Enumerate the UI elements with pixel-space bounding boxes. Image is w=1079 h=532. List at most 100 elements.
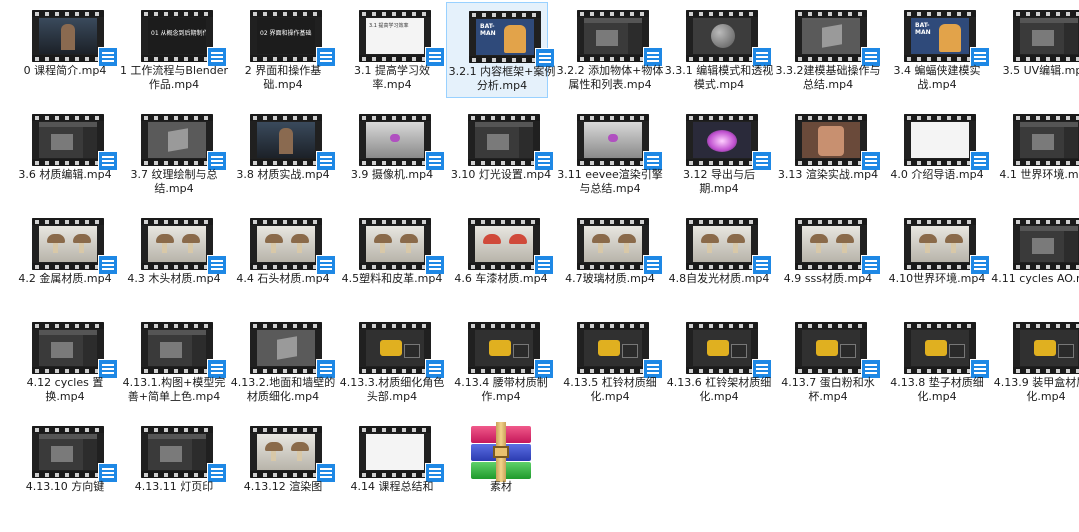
file-name-label: 4.13.4 腰带材质制作.mp4 [454,376,548,403]
video-file-item[interactable]: 3.9 摄像机.mp4 [337,106,445,202]
video-file-item[interactable]: 4.13.11 灯页印 [119,418,227,514]
video-file-item[interactable]: 3.3.2建模基础操作与总结.mp4 [773,2,881,98]
video-thumbnail [686,218,758,270]
video-thumbnail: BAT-MAN [469,11,541,63]
video-file-item[interactable]: 4.13.2.地面和墙壁的材质细化.mp4 [228,314,336,410]
video-thumbnail [32,322,104,374]
video-file-item[interactable]: 3.1 提高学习效率 3.1 提高学习效率.mp4 [337,2,445,98]
video-thumbnail [686,322,758,374]
file-name-label: 3.3.1 编辑模式和透视模式.mp4 [664,64,774,91]
video-thumbnail [359,114,431,166]
video-file-item[interactable]: 4.1 世界环境.mp4 [991,106,1079,202]
video-thumbnail [250,114,322,166]
file-name-label: 3.9 摄像机.mp4 [350,168,434,181]
video-file-item[interactable]: 4.13.8 垫子材质细化.mp4 [882,314,990,410]
video-file-item[interactable]: 4.2 金属材质.mp4 [10,210,118,306]
video-thumbnail [1013,322,1079,374]
video-file-item[interactable]: 3.5 UV编辑.mp4 [991,2,1079,98]
video-file-item[interactable]: 4.5塑料和皮革.mp4 [337,210,445,306]
video-file-item[interactable]: 0 课程简介.mp4 [10,2,118,98]
video-file-item[interactable]: 4.14 课程总结和 [337,418,445,514]
file-name-label: 4.1 世界环境.mp4 [999,168,1079,181]
video-thumbnail [32,114,104,166]
video-thumbnail [32,426,104,478]
video-file-item[interactable]: 3.13 渲染实战.mp4 [773,106,881,202]
file-name-label: 4.3 木头材质.mp4 [127,272,221,285]
file-name-label: 4.13.1.构图+模型完善+简单上色.mp4 [122,376,226,403]
file-name-label: 3.13 渲染实战.mp4 [777,168,879,181]
video-thumbnail [250,218,322,270]
video-file-item[interactable]: 4.13.9 装甲盒材质细化.mp4 [991,314,1079,410]
video-thumbnail [795,322,867,374]
archive-file-item[interactable]: 素材 [446,418,548,514]
video-thumbnail [359,218,431,270]
video-file-item[interactable]: 4.3 木头材质.mp4 [119,210,227,306]
file-name-label: 3.10 灯光设置.mp4 [450,168,552,181]
video-thumbnail [141,218,213,270]
file-name-label: 3.8 材质实战.mp4 [236,168,330,181]
video-thumbnail [795,10,867,62]
video-file-item[interactable]: BAT-MAN 3.2.1 内容框架+案例分析.mp4 [446,2,555,98]
video-file-item[interactable]: 4.13.5 杠铃材质细化.mp4 [555,314,663,410]
video-thumbnail [577,10,649,62]
video-file-item[interactable]: 3.7 纹理绘制与总结.mp4 [119,106,227,202]
file-name-label: 4.10世界环境.mp4 [888,272,986,285]
file-name-label: 4.13.9 装甲盒材质细化.mp4 [993,376,1079,403]
video-thumbnail [32,10,104,62]
file-name-label: 3.12 导出与后期.mp4 [683,168,755,195]
file-name-label: 3.5 UV编辑.mp4 [1002,64,1079,77]
video-thumbnail [904,114,976,166]
file-name-label: 4.11 cycles AO.mp4 [991,272,1079,285]
video-file-item[interactable]: 3.10 灯光设置.mp4 [446,106,554,202]
file-name-label: 3.7 纹理绘制与总结.mp4 [130,168,218,195]
file-name-label: 3.1 提高学习效率.mp4 [354,64,430,91]
video-file-item[interactable]: 4.13.7 蛋白粉和水杯.mp4 [773,314,881,410]
video-file-item[interactable]: 4.13.4 腰带材质制作.mp4 [446,314,554,410]
video-file-item[interactable]: 4.11 cycles AO.mp4 [991,210,1079,306]
video-thumbnail [468,218,540,270]
video-file-item[interactable]: 3.8 材质实战.mp4 [228,106,336,202]
file-name-label: 4.14 课程总结和 [350,480,434,493]
video-file-item[interactable]: 3.12 导出与后期.mp4 [664,106,772,202]
file-name-label: 素材 [490,480,512,493]
video-file-item[interactable]: 4.13.3.材质细化角色头部.mp4 [337,314,445,410]
video-file-item[interactable]: 3.2.2 添加物体+物体属性和列表.mp4 [555,2,663,98]
video-thumbnail [468,322,540,374]
video-thumbnail [250,426,322,478]
video-file-item[interactable]: 3.3.1 编辑模式和透视模式.mp4 [664,2,773,98]
video-file-item[interactable]: 4.4 石头材质.mp4 [228,210,336,306]
video-thumbnail: 02 界面和操作基础 [250,10,322,62]
file-name-label: 2 界面和操作基础.mp4 [244,64,322,91]
video-file-item[interactable]: 4.6 车漆材质.mp4 [446,210,554,306]
video-file-item[interactable]: BAT-MAN 3.4 蝙蝠侠建模实战.mp4 [882,2,990,98]
video-file-item[interactable]: 4.10世界环境.mp4 [882,210,990,306]
video-thumbnail [577,322,649,374]
video-file-item[interactable]: 4.13.10 方向键 [10,418,118,514]
video-file-item[interactable]: 4.12 cycles 置换.mp4 [10,314,118,410]
file-name-label: 4.13.10 方向键 [25,480,105,493]
file-name-label: 4.13.6 杠铃架材质细化.mp4 [666,376,772,403]
video-thumbnail [141,322,213,374]
video-file-item[interactable]: 4.8自发光材质.mp4 [664,210,772,306]
file-name-label: 4.13.7 蛋白粉和水杯.mp4 [781,376,875,403]
video-file-item[interactable]: 4.0 介绍导语.mp4 [882,106,990,202]
file-name-label: 4.0 介绍导语.mp4 [890,168,984,181]
video-file-item[interactable]: 4.9 sss材质.mp4 [773,210,881,306]
video-thumbnail [904,218,976,270]
video-thumbnail: 01 从概念到后期制作 [141,10,213,62]
video-file-item[interactable]: 3.6 材质编辑.mp4 [10,106,118,202]
video-thumbnail [359,426,431,478]
video-file-item[interactable]: 4.13.6 杠铃架材质细化.mp4 [664,314,772,410]
file-name-label: 4.13.2.地面和墙壁的材质细化.mp4 [230,376,336,403]
video-file-item[interactable]: 01 从概念到后期制作 1 工作流程与Blender作品.mp4 [119,2,228,98]
file-name-label: 4.7玻璃材质.mp4 [565,272,655,285]
video-file-item[interactable]: 3.11 eevee渲染引擎与总结.mp4 [555,106,663,202]
file-name-label: 3.6 材质编辑.mp4 [18,168,112,181]
file-name-label: 4.12 cycles 置换.mp4 [26,376,104,403]
file-name-label: 3.2.2 添加物体+物体属性和列表.mp4 [556,64,664,91]
video-file-item[interactable]: 02 界面和操作基础 2 界面和操作基础.mp4 [228,2,336,98]
video-file-item[interactable]: 4.7玻璃材质.mp4 [555,210,663,306]
video-file-item[interactable]: 4.13.1.构图+模型完善+简单上色.mp4 [119,314,227,410]
video-file-item[interactable]: 4.13.12 渲染图 [228,418,336,514]
video-thumbnail [32,218,104,270]
